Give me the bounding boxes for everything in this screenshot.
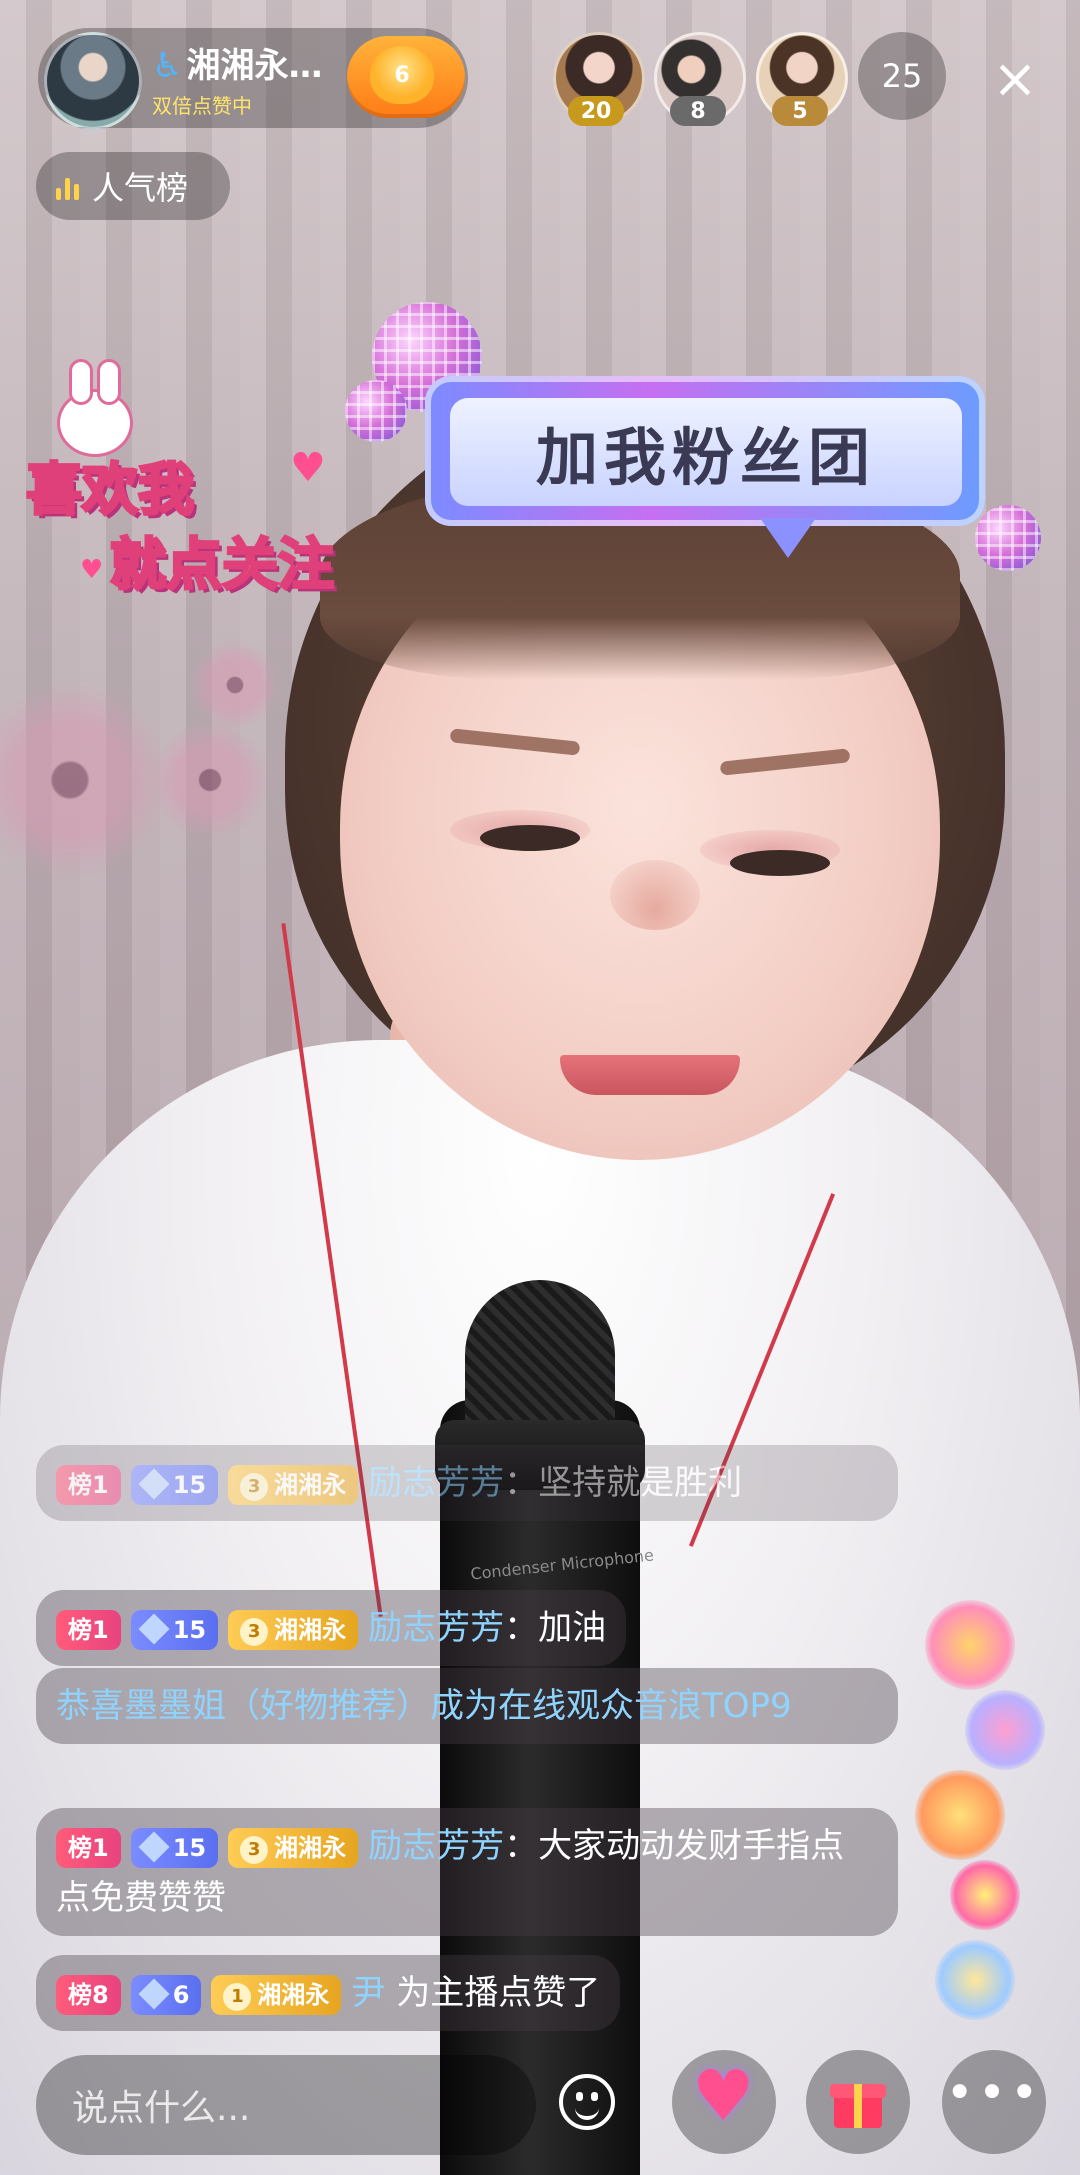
fan-tag: 3 湘湘永 — [228, 1464, 359, 1505]
fan-club-heart-icon[interactable]: 6 — [370, 46, 434, 104]
level-tag: 6 — [130, 1974, 202, 2015]
accessibility-icon: ♿ — [152, 46, 183, 86]
more-icon: ••• — [945, 2065, 1043, 2121]
popularity-rank-button[interactable]: 人气榜 — [36, 152, 230, 220]
fan-level-value: 1 — [223, 1982, 252, 2011]
curtain-flower — [190, 640, 280, 730]
curtain-flower — [0, 680, 170, 880]
level-tag: 15 — [130, 1609, 219, 1650]
disco-ball-icon — [345, 380, 407, 442]
viewer-count-button[interactable]: 25 — [858, 32, 946, 120]
diamond-icon — [138, 1977, 170, 2010]
disco-ball-icon — [975, 505, 1041, 571]
level-value: 15 — [172, 1833, 207, 1862]
rank-tag: 榜1 — [56, 1464, 121, 1505]
fan-club-name: 湘湘永 — [274, 1470, 347, 1499]
host-avatar[interactable] — [44, 32, 142, 130]
level-value: 6 — [172, 1980, 190, 2009]
fan-tag: 3 湘湘永 — [228, 1609, 359, 1650]
fan-tag: 1 湘湘永 — [211, 1974, 342, 2015]
fan-club-sticker-tail — [760, 518, 816, 558]
popularity-rank-label: 人气榜 — [92, 169, 189, 207]
streamer-mouth — [560, 1055, 740, 1095]
heart-icon — [692, 2055, 756, 2137]
fan-level-value: 3 — [240, 1472, 269, 1501]
chat-text: ：加油 — [504, 1608, 607, 1648]
close-icon[interactable]: × — [985, 47, 1045, 110]
heart-icon: ♥ — [80, 555, 104, 585]
diamond-icon — [138, 1612, 170, 1645]
system-message: 恭喜墨墨姐（好物推荐）成为在线观众音浪TOP9 — [36, 1668, 898, 1744]
microphone-grill — [465, 1280, 615, 1430]
like-burst-particle — [915, 1770, 1005, 1860]
streamer-nose — [610, 860, 700, 930]
bar-chart-icon — [56, 172, 80, 200]
top-viewer-badge: 8 — [670, 96, 726, 126]
chat-message[interactable]: 榜1 15 3 湘湘永 励志芳芳：加油 — [36, 1590, 627, 1666]
chat-text: 为主播点赞了 — [385, 1973, 601, 2013]
follow-sticker-line2: 就点关注 — [109, 520, 336, 601]
diamond-icon — [138, 1467, 170, 1500]
chat-message[interactable]: 榜1 15 3 湘湘永 励志芳芳：大家动动发财手指点点免费赞赞 — [36, 1808, 898, 1936]
more-button[interactable]: ••• — [942, 2050, 1046, 2154]
like-burst-particle — [965, 1690, 1045, 1770]
system-message-text: 恭喜墨墨姐（好物推荐）成为在线观众音浪TOP9 — [56, 1686, 792, 1726]
fan-level-value: 3 — [240, 1617, 269, 1646]
gift-button[interactable] — [806, 2050, 910, 2154]
comment-input[interactable]: 说点什么... — [36, 2055, 536, 2155]
fan-club-name: 湘湘永 — [274, 1615, 347, 1644]
like-button[interactable] — [672, 2050, 776, 2154]
emoji-button[interactable] — [535, 2050, 639, 2154]
level-tag: 15 — [130, 1827, 219, 1868]
level-tag: 15 — [130, 1464, 219, 1505]
eye-right — [730, 850, 830, 876]
fan-level-value: 3 — [240, 1835, 269, 1864]
chat-username[interactable]: 尹 — [351, 1973, 385, 2013]
fan-club-name: 湘湘永 — [257, 1980, 330, 2009]
rank-tag: 榜1 — [56, 1609, 121, 1650]
host-status: 双倍点赞中 — [152, 94, 252, 118]
gift-icon — [830, 2074, 886, 2130]
like-burst-particle — [950, 1860, 1020, 1930]
chat-message[interactable]: 榜8 6 1 湘湘永尹 为主播点赞了 — [36, 1955, 621, 2031]
chat-username[interactable]: 励志芳芳 — [368, 1608, 504, 1648]
level-value: 15 — [172, 1470, 207, 1499]
follow-sticker-line1: 喜欢我 — [25, 457, 196, 525]
follow-sticker-word-a: 就点 — [109, 532, 224, 600]
follow-sticker-word-b: 关注 — [221, 532, 336, 600]
eye-left — [480, 825, 580, 851]
emoji-icon — [559, 2074, 615, 2130]
chat-username[interactable]: 励志芳芳 — [368, 1826, 504, 1866]
curtain-flower — [150, 720, 270, 840]
top-viewer-badge: 20 — [568, 96, 624, 126]
fan-tag: 3 湘湘永 — [228, 1827, 359, 1868]
host-name-text: 湘湘永… — [186, 46, 323, 86]
top-viewer-badge: 5 — [772, 96, 828, 126]
heart-icon: ♥ — [290, 445, 326, 491]
chat-text: ：坚持就是胜利 — [504, 1463, 743, 1503]
rank-tag: 榜8 — [56, 1974, 121, 2015]
chat-username[interactable]: 励志芳芳 — [368, 1463, 504, 1503]
fan-club-name: 湘湘永 — [274, 1833, 347, 1862]
host-name[interactable]: ♿ 湘湘永… — [152, 38, 322, 87]
like-burst-particle — [925, 1600, 1015, 1690]
rank-tag: 榜1 — [56, 1827, 121, 1868]
fan-club-sticker-text: 加我粉丝团 — [450, 398, 962, 506]
chat-message[interactable]: 榜1 15 3 湘湘永 励志芳芳：坚持就是胜利 — [36, 1445, 898, 1521]
like-burst-particle — [935, 1940, 1015, 2020]
level-value: 15 — [172, 1615, 207, 1644]
like-burst-effect — [915, 1580, 1055, 2050]
diamond-icon — [138, 1830, 170, 1863]
